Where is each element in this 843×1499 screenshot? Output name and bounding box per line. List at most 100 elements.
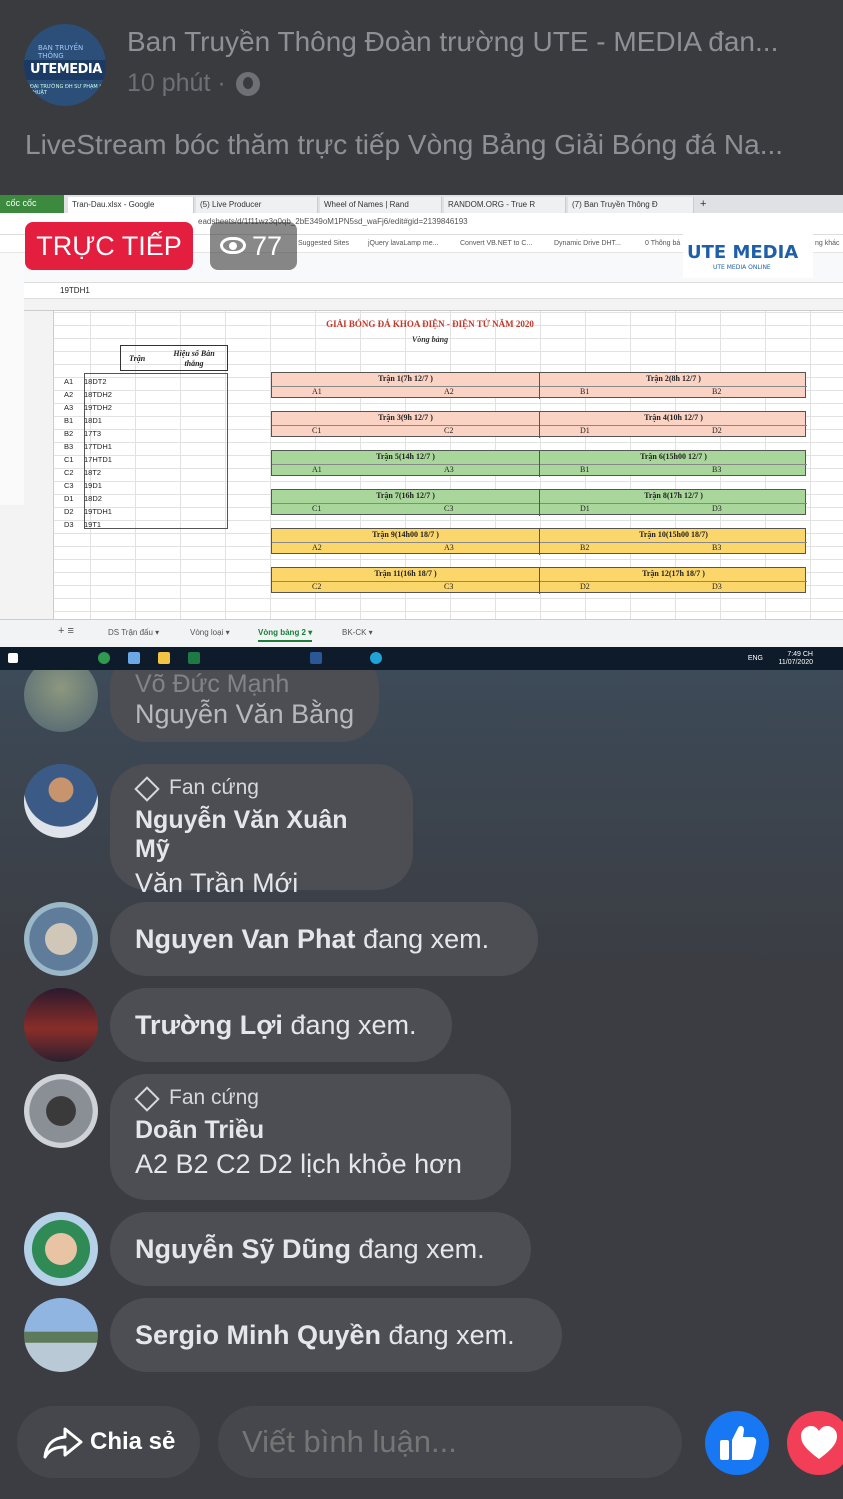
- match-cell[interactable]: Trận 7(16h 12/7 ) C1 C3: [272, 490, 539, 516]
- team-row[interactable]: B1 18D1: [56, 414, 112, 427]
- browser-tab[interactable]: RANDOM.ORG - True R: [444, 197, 566, 213]
- share-button[interactable]: Chia sẻ: [17, 1406, 200, 1478]
- windows-start-icon[interactable]: [8, 653, 18, 663]
- watermark-sub: UTE MEDIA ONLINE: [713, 264, 771, 271]
- commenter-name[interactable]: Nguyễn Văn Xuân Mỹ: [135, 806, 388, 864]
- commenter-name[interactable]: Võ Đức Mạnh: [135, 670, 354, 699]
- bookmark-item[interactable]: Dynamic Drive DHT...: [554, 240, 621, 247]
- comment-bubble[interactable]: Fan cứng Nguyễn Văn Xuân Mỹ Văn Trần Mới: [110, 764, 413, 898]
- browser-tab[interactable]: (7) Ban Truyền Thông Đ: [568, 197, 694, 213]
- team-row[interactable]: A3 19TDH2: [56, 401, 112, 414]
- bookmark-item[interactable]: Suggested Sites: [298, 240, 349, 247]
- match-cell[interactable]: Trận 12(17h 18/7 ) D2 D3: [539, 568, 807, 594]
- commenter-name[interactable]: Trường Lợi: [135, 1010, 283, 1040]
- commenter-name[interactable]: Doãn Triều: [135, 1116, 486, 1145]
- post-text[interactable]: LiveStream bóc thăm trực tiếp Vòng Bảng …: [25, 129, 825, 161]
- match-cell[interactable]: Trận 5(14h 12/7 ) A1 A3: [272, 451, 539, 477]
- love-button[interactable]: [787, 1411, 843, 1475]
- match-cell[interactable]: Trận 1(7h 12/7 ) A1 A2: [272, 373, 539, 399]
- team-row[interactable]: D3 19T1: [56, 518, 112, 531]
- team-group: A1: [64, 377, 74, 386]
- match-cell[interactable]: Trận 2(8h 12/7 ) B1 B2: [539, 373, 807, 399]
- coccoc-logo[interactable]: cốc cốc: [0, 195, 64, 213]
- commenter-avatar[interactable]: [24, 1212, 98, 1286]
- match-cell[interactable]: Trận 6(15h00 12/7 ) B1 B3: [539, 451, 807, 477]
- commenter-avatar[interactable]: [24, 988, 98, 1062]
- team-row[interactable]: A2 18TDH2: [56, 388, 112, 401]
- tray-lang[interactable]: ENG: [748, 655, 763, 663]
- match-cell[interactable]: Trận 3(9h 12/7 ) C1 C2: [272, 412, 539, 438]
- sheet-tab-active[interactable]: Vòng bảng 2 ▾: [258, 628, 313, 642]
- bookmark-item[interactable]: Convert VB.NET to C...: [460, 240, 532, 247]
- new-tab-button[interactable]: +: [696, 197, 716, 213]
- globe-icon: [236, 72, 260, 96]
- commenter-name[interactable]: Nguyen Van Phat: [135, 924, 356, 954]
- bookmark-item[interactable]: ng khác: [815, 240, 840, 247]
- match-cell[interactable]: Trận 8(17h 12/7 ) D1 D3: [539, 490, 807, 516]
- commenter-avatar[interactable]: [24, 1298, 98, 1372]
- browser-tab[interactable]: Wheel of Names | Rand: [320, 197, 442, 213]
- match-cell[interactable]: Trận 4(10h 12/7 ) D1 D2: [539, 412, 807, 438]
- team-row[interactable]: D2 19TDH1: [56, 505, 112, 518]
- coccoc-taskbar-icon[interactable]: [98, 652, 110, 664]
- sheet-tab[interactable]: DS Trận đấu ▾: [108, 628, 159, 637]
- fan-badge: Fan cứng: [135, 1086, 486, 1110]
- browser-tab[interactable]: Tran-Dau.xlsx - Google: [68, 197, 194, 213]
- match-cell[interactable]: Trận 11(16h 18/7 ) C2 C3: [272, 568, 539, 594]
- sheet-tab[interactable]: BK-CK ▾: [342, 628, 373, 637]
- match-cell[interactable]: Trận 9(14h00 18/7 ) A2 A3: [272, 529, 539, 555]
- tray-time[interactable]: 7:49 CH: [778, 651, 813, 659]
- excel-taskbar-icon[interactable]: [188, 652, 200, 664]
- match-divider: [272, 386, 539, 387]
- page-name[interactable]: Ban Truyền Thông Đoàn trường UTE - MEDIA…: [127, 26, 817, 58]
- app-taskbar-icon[interactable]: [128, 652, 140, 664]
- comment-bubble[interactable]: Sergio Minh Quyền đang xem.: [110, 1298, 562, 1372]
- post-time[interactable]: 10 phút ·: [127, 69, 226, 98]
- fan-badge-label: Fan cứng: [169, 776, 259, 799]
- app-taskbar-icon[interactable]: [370, 652, 382, 664]
- like-button[interactable]: [705, 1411, 769, 1475]
- team-row[interactable]: D1 18D2: [56, 492, 112, 505]
- comment-text: Văn Trần Mới: [135, 868, 299, 898]
- bookmark-item[interactable]: 0 Thông bá: [645, 240, 680, 247]
- team-row[interactable]: C1 17HTD1: [56, 453, 112, 466]
- comment-bubble[interactable]: Trường Lợi đang xem.: [110, 988, 452, 1062]
- live-badge: TRỰC TIẾP: [25, 222, 193, 270]
- team-row[interactable]: C2 18T2: [56, 466, 112, 479]
- match-cell[interactable]: Trận 10(15h00 18/7) B2 B3: [539, 529, 807, 555]
- commenter-avatar[interactable]: [24, 902, 98, 976]
- add-sheet-button[interactable]: + ≡: [58, 625, 74, 637]
- match-divider: [272, 425, 539, 426]
- match-title: Trận 11(16h 18/7 ): [374, 569, 437, 578]
- match-team: D3: [712, 504, 722, 513]
- commenter-name[interactable]: Sergio Minh Quyền: [135, 1320, 381, 1350]
- commenter-name[interactable]: Nguyễn Sỹ Dũng: [135, 1234, 351, 1264]
- team-row[interactable]: B3 17TDH1: [56, 440, 112, 453]
- match-title: Trận 10(15h00 18/7): [639, 530, 708, 539]
- formula-bar[interactable]: 19TDH1: [0, 283, 843, 299]
- comment-bubble[interactable]: Nguyễn Sỹ Dũng đang xem.: [110, 1212, 531, 1286]
- col-hieuso: Hiệu số Bàn thắng: [173, 349, 215, 368]
- comment-bubble[interactable]: Fan cứng Doãn Triều A2 B2 C2 D2 lịch khỏ…: [110, 1074, 511, 1200]
- col-tran: Trận: [129, 354, 146, 363]
- comment-bubble[interactable]: Nguyen Van Phat đang xem.: [110, 902, 538, 976]
- team-group: D3: [64, 520, 74, 529]
- comment-input[interactable]: [218, 1406, 682, 1478]
- word-taskbar-icon[interactable]: [310, 652, 322, 664]
- match-title: Trận 2(8h 12/7 ): [646, 374, 701, 383]
- comment-bubble[interactable]: Võ Đức Mạnh Nguyễn Văn Bằng: [110, 670, 380, 742]
- commenter-avatar[interactable]: [24, 764, 98, 838]
- commenter-avatar[interactable]: [24, 670, 98, 732]
- browser-tab[interactable]: (5) Live Producer: [196, 197, 318, 213]
- sheet-tab[interactable]: Vòng loại ▾: [190, 628, 230, 637]
- fan-badge: Fan cứng: [135, 776, 388, 800]
- tray-date[interactable]: 11/07/2020: [778, 659, 813, 667]
- page-avatar[interactable]: BAN TRUYỀN THÔNG UTEMEDIA ĐẠI TRƯỜNG ĐH …: [24, 24, 106, 106]
- team-row[interactable]: B2 17T3: [56, 427, 112, 440]
- commenter-avatar[interactable]: [24, 1074, 98, 1148]
- folder-taskbar-icon[interactable]: [158, 652, 170, 664]
- team-row[interactable]: C3 19D1: [56, 479, 112, 492]
- team-row[interactable]: A1 18DT2: [56, 375, 112, 388]
- diamond-icon: [135, 1087, 157, 1109]
- bookmark-item[interactable]: jQuery lavaLamp me...: [368, 240, 438, 247]
